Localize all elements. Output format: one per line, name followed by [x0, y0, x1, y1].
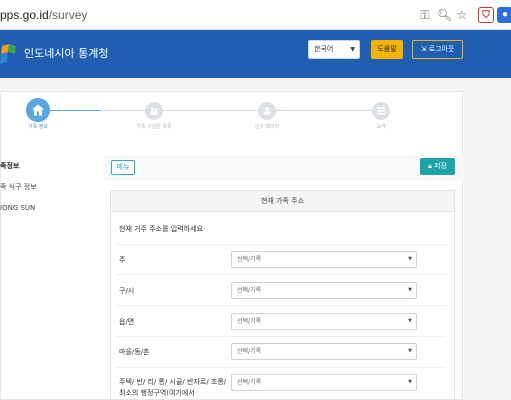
field-label-province: 주: [119, 256, 126, 264]
select-placeholder: 선택/기록: [237, 256, 262, 263]
logout-icon: ⇲: [420, 45, 427, 53]
bps-logo-icon: [0, 44, 16, 64]
extension-icon[interactable]: ⛉: [478, 7, 494, 23]
chevron-down-icon: ▼: [408, 256, 412, 262]
neighborhood-select[interactable]: 선택/기록 ▼: [231, 374, 417, 391]
save-label: 저장: [434, 162, 447, 170]
star-icon[interactable]: ☆: [455, 8, 469, 22]
chevron-down-icon: ▼: [408, 318, 412, 324]
chevron-down-icon: ▼: [408, 287, 412, 293]
village-select[interactable]: 선택/기록 ▼: [231, 343, 417, 360]
logout-label: 로그아웃: [428, 45, 455, 53]
app-title: 인도네시아 통계청: [24, 47, 109, 60]
chevron-down-icon: ▼: [350, 46, 355, 53]
content-toolbar: [104, 155, 463, 181]
zoom-icon[interactable]: 🔍︎: [437, 8, 452, 22]
district-select[interactable]: 선택/기록 ▼: [231, 313, 417, 330]
step-1-label: 가족 정보: [28, 124, 48, 130]
lock-icon: 🔒︎: [428, 162, 432, 170]
row-divider: [116, 336, 446, 337]
stepper-line-done: [50, 110, 100, 111]
instruction-text: 현재 거주 주소를 입력하세요: [119, 225, 203, 233]
section-title: 현재 가족 주소: [110, 190, 455, 212]
field-label-village: 마을/동/촌: [119, 348, 150, 356]
select-placeholder: 선택/기록: [237, 379, 262, 386]
select-placeholder: 선택/기록: [237, 348, 262, 355]
step-2-label: 가족 구성원 목록: [136, 124, 172, 130]
field-label-district: 읍/면: [119, 318, 135, 326]
sidebar-item-member-name[interactable]: IONG SUN: [0, 204, 35, 212]
help-button[interactable]: 도움말: [371, 40, 403, 59]
step-1-circle[interactable]: [26, 98, 50, 122]
address-bar[interactable]: pps.go.id/survey: [0, 8, 87, 22]
menu-button[interactable]: 메뉴: [111, 160, 135, 175]
field-label-neighborhood: 주택/ 반/ 리/ 통/ 시골/ 반자르/ 조롱/ 최소의 행정구역(여기에서: [119, 378, 227, 397]
sidebar-item-family-members[interactable]: 족 식구 정보: [0, 182, 37, 192]
summary-icon: [377, 107, 385, 115]
row-divider: [116, 274, 446, 275]
extension-icon-2[interactable]: ●: [497, 7, 511, 23]
province-select[interactable]: 선택/기록 ▼: [231, 251, 417, 268]
url-path: /survey: [48, 8, 88, 22]
step-2-circle[interactable]: [145, 102, 163, 120]
language-select[interactable]: 한국어 ▼: [308, 40, 360, 59]
chevron-down-icon: ▼: [408, 379, 412, 385]
row-divider: [116, 305, 446, 306]
field-label-city: 구/시: [119, 287, 135, 295]
row-divider: [116, 244, 446, 245]
url-host: pps.go.id: [0, 8, 49, 22]
step-3-circle[interactable]: [258, 102, 276, 120]
key-icon[interactable]: ⚿: [418, 8, 432, 22]
select-placeholder: 선택/기록: [237, 318, 262, 325]
browser-toolbar: pps.go.id/survey ⚿ 🔍︎ ☆ ⛉ ●: [0, 0, 511, 30]
language-selected-value: 한국어: [314, 45, 334, 53]
step-4-circle[interactable]: [372, 102, 390, 120]
home-icon: [32, 104, 44, 116]
step-4-label: 요약: [376, 124, 386, 130]
row-divider: [116, 367, 446, 368]
family-icon: [150, 107, 158, 115]
step-3-label: 인구 데이터: [254, 124, 280, 130]
save-button[interactable]: 🔒︎ 저장: [420, 158, 455, 175]
logout-button[interactable]: ⇲ 로그아웃: [412, 40, 463, 59]
stepper-line: [100, 110, 385, 111]
sidebar-item-family-info[interactable]: 족정보: [0, 161, 19, 171]
chevron-down-icon: ▼: [408, 348, 412, 354]
city-select[interactable]: 선택/기록 ▼: [231, 282, 417, 299]
select-placeholder: 선택/기록: [237, 287, 262, 294]
person-icon: [263, 107, 271, 115]
